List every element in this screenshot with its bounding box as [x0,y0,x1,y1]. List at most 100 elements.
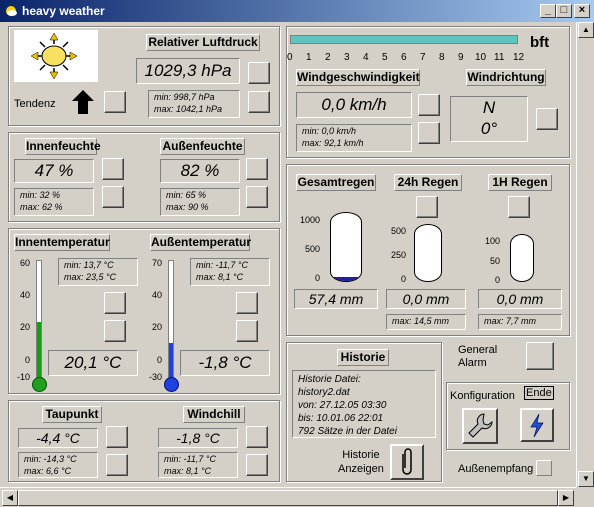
outdoor-temp-alarm-button[interactable] [236,320,258,342]
end-label: Ende [524,386,554,400]
windchill-min: min: -11,7 °C [164,454,216,464]
rain-1h-tick: 0 [494,275,500,285]
scroll-up-icon[interactable]: ▲ [578,22,594,38]
wind-speed-alarm-button[interactable] [418,122,440,144]
show-history-label-line1: Historie [342,449,380,461]
outdoor-temp-min-max: min: -11,7 °C max: 8,1 °C [190,258,270,286]
scroll-down-icon[interactable]: ▼ [578,471,594,487]
outdoor-temp-tick: -30 [148,372,162,382]
horizontal-scrollbar[interactable]: ◀ ▶ [0,487,576,507]
history-info: Historie Datei: history2.dat von: 27.12.… [292,370,436,438]
outdoor-temp-button[interactable] [236,292,258,314]
indoor-humidity-alarm-button[interactable] [102,186,124,208]
exit-button[interactable] [520,408,554,442]
history-from: von: 27.12.05 03:30 [298,400,387,411]
outdoor-temp-tick: 70 [151,258,162,268]
rain-1h-gauge [510,234,534,282]
wind-speed-button[interactable] [418,94,440,116]
outdoor-humidity-button[interactable] [246,158,268,180]
rain-1h-value: 0,0 mm [478,289,562,309]
beaufort-tick: 10 [475,52,487,63]
history-file: history2.dat [298,387,350,398]
general-alarm-button[interactable] [526,342,554,370]
rain-1h-tick: 50 [489,256,500,266]
trend-up-arrow-icon [72,90,94,114]
trend-button[interactable] [104,91,126,113]
show-history-label: Historie Anzeigen [338,448,384,476]
rain-24h-button[interactable] [416,196,438,218]
beaufort-tick: 1 [306,52,312,63]
outdoor-humidity-min: min: 65 % [166,190,207,200]
rain-24h-value: 0,0 mm [386,289,466,309]
indoor-temp-button[interactable] [104,292,126,314]
total-rain-gauge [330,212,362,282]
windchill-alarm-button[interactable] [246,454,268,476]
outdoor-temp-max: max: 8,1 °C [196,272,244,282]
minimize-button[interactable]: _ [540,4,556,18]
indoor-temp-label: Innentemperatur [14,234,110,251]
beaufort-tick: 9 [458,52,464,63]
total-rain-fill [331,276,361,281]
beaufort-tick: 3 [344,52,350,63]
trend-label: Tendenz [14,98,56,110]
indoor-temp-min-max: min: 13,7 °C max: 23,5 °C [58,258,138,286]
indoor-humidity-max: max: 62 % [20,202,63,212]
indoor-humidity-value: 47 % [14,159,94,183]
indoor-temp-alarm-button[interactable] [104,320,126,342]
beaufort-tick: 2 [325,52,331,63]
pressure-min: min: 998,7 hPa [154,92,215,102]
beaufort-tick: 4 [363,52,369,63]
scroll-right-icon[interactable]: ▶ [558,490,574,506]
windchill-label: Windchill [183,406,245,423]
windchill-value: -1,8 °C [158,428,238,448]
outdoor-temp-tick: 40 [151,290,162,300]
show-history-label-line2: Anzeigen [338,463,384,475]
rain-24h-tick: 0 [400,274,406,284]
scroll-thumb[interactable] [18,490,558,506]
rain-1h-tick: 100 [484,236,500,246]
dewpoint-alarm-button[interactable] [106,454,128,476]
beaufort-tick: 12 [513,52,525,63]
vertical-scrollbar[interactable]: ▲ ▼ [576,22,594,487]
dewpoint-max: max: 6,6 °C [24,466,72,476]
dewpoint-button[interactable] [106,426,128,448]
beaufort-unit: bft [530,34,550,51]
wrench-icon [468,413,493,438]
wind-direction-degrees: 0° [480,119,498,138]
indoor-humidity-button[interactable] [102,158,124,180]
wind-direction-label: Windrichtung [466,69,546,86]
configuration-button[interactable] [462,408,498,444]
wind-speed-min-max: min: 0,0 km/h max: 92,1 km/h [296,124,412,152]
maximize-button[interactable]: □ [556,4,572,18]
outdoor-thermometer-bulb [164,377,179,392]
wind-direction-display: N 0° [450,96,528,142]
history-file-label: Historie Datei: [298,374,361,385]
outdoor-thermometer-tube [168,260,174,378]
windchill-button[interactable] [246,426,268,448]
general-alarm-label-line2: Alarm [458,357,487,369]
close-button[interactable]: × [574,4,590,18]
outdoor-humidity-max: max: 90 % [166,202,209,212]
indoor-thermometer-fill [37,322,41,377]
indoor-temp-tick: 0 [24,355,30,365]
pressure-alarm-button[interactable] [248,91,270,113]
outdoor-temp-tick: 20 [151,322,162,332]
scroll-left-icon[interactable]: ◀ [2,490,18,506]
outdoor-humidity-value: 82 % [160,159,240,183]
show-history-button[interactable] [390,444,424,480]
indoor-temp-max: max: 23,5 °C [64,272,117,282]
wind-speed-label: Windgeschwindigkeit [296,69,420,86]
total-rain-label: Gesamtregen [296,174,376,191]
total-rain-tick: 1000 [299,215,320,225]
outdoor-humidity-alarm-button[interactable] [246,186,268,208]
general-alarm-label: General Alarm [458,344,497,370]
general-alarm-label-line1: General [458,344,498,356]
dewpoint-label: Taupunkt [42,406,102,423]
beaufort-tick: 11 [494,52,505,63]
wind-speed-max: max: 92,1 km/h [302,138,364,148]
pressure-min-max-button[interactable] [248,62,270,84]
rain-1h-button[interactable] [508,196,530,218]
title-bar: heavy weather [0,0,594,22]
indoor-humidity-min-max: min: 32 % max: 62 % [14,188,94,216]
wind-direction-button[interactable] [536,108,558,130]
